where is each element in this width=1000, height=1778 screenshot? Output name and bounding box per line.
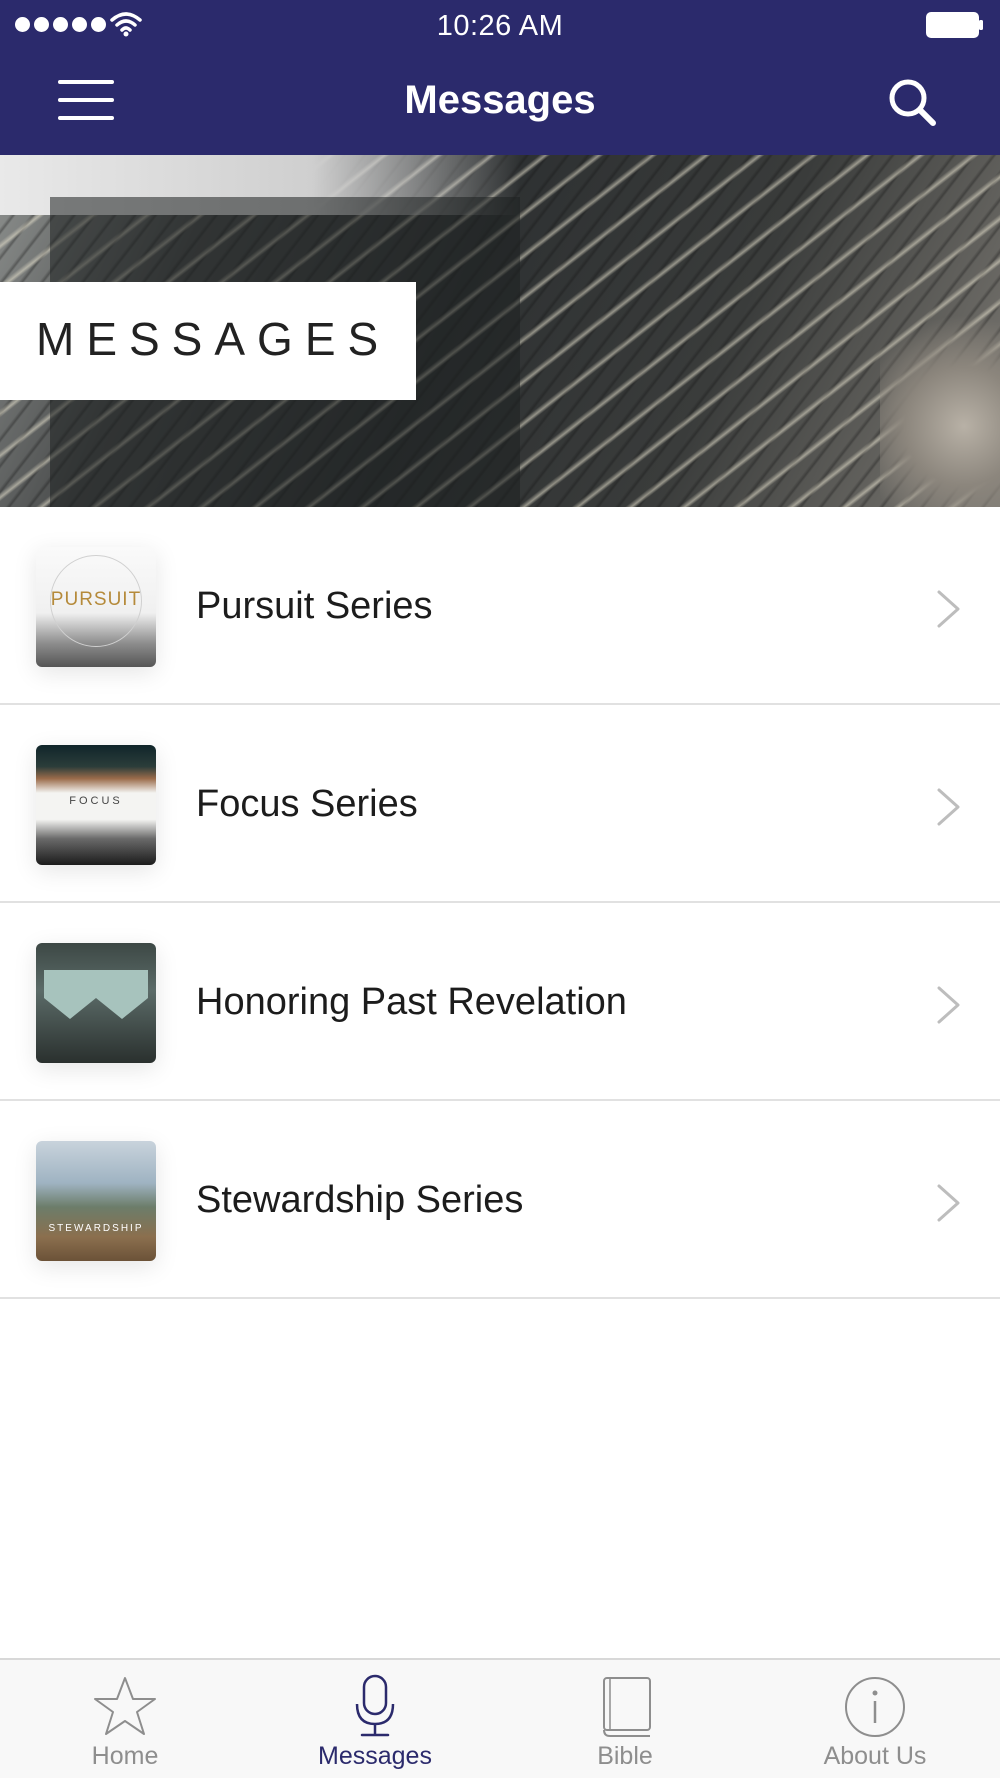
- list-item-stewardship-series[interactable]: STEWARDSHIP Stewardship Series: [0, 1101, 1000, 1299]
- thumbnail-text: STEWARDSHIP: [48, 1223, 144, 1234]
- navigation-bar: Messages: [0, 48, 1000, 155]
- series-thumbnail: [36, 943, 156, 1063]
- messages-screen: 10:26 AM Messages MESSAGES PURSUIT Pursu…: [0, 0, 1000, 1778]
- tab-messages[interactable]: Messages: [250, 1660, 500, 1778]
- list-item-label: Pursuit Series: [196, 585, 433, 627]
- page-title: Messages: [404, 78, 596, 122]
- tab-home[interactable]: Home: [0, 1660, 250, 1778]
- tab-label: Messages: [318, 1742, 432, 1770]
- chevron-right-icon: [937, 788, 960, 826]
- list-item-honoring-past-revelation[interactable]: Honoring Past Revelation: [0, 903, 1000, 1101]
- series-thumbnail: PURSUIT: [36, 547, 156, 667]
- list-item-focus-series[interactable]: FOCUS Focus Series: [0, 705, 1000, 903]
- thumbnail-text: FOCUS: [69, 795, 123, 807]
- list-item-label: Stewardship Series: [196, 1179, 524, 1221]
- search-icon[interactable]: [886, 76, 938, 128]
- battery-icon: [926, 12, 983, 38]
- tab-label: About Us: [823, 1742, 927, 1770]
- tab-label: Home: [91, 1742, 159, 1770]
- list-item-pursuit-series[interactable]: PURSUIT Pursuit Series: [0, 507, 1000, 705]
- microphone-icon: [355, 1674, 395, 1737]
- tab-bible[interactable]: Bible: [500, 1660, 750, 1778]
- banner-label-box: MESSAGES: [0, 282, 416, 400]
- tab-about-us[interactable]: About Us: [750, 1660, 1000, 1778]
- messages-banner: MESSAGES: [0, 155, 1000, 507]
- chevron-right-icon: [937, 590, 960, 628]
- status-bar: 10:26 AM: [0, 0, 1000, 48]
- info-icon: [845, 1677, 905, 1737]
- banner-label: MESSAGES: [36, 313, 391, 365]
- status-time: 10:26 AM: [436, 10, 564, 42]
- chevron-right-icon: [937, 986, 960, 1024]
- series-list: PURSUIT Pursuit Series FOCUS Focus Serie…: [0, 507, 1000, 1299]
- chevron-right-icon: [937, 1184, 960, 1222]
- series-thumbnail: STEWARDSHIP: [36, 1141, 156, 1261]
- star-icon: [94, 1677, 156, 1735]
- list-item-label: Honoring Past Revelation: [196, 981, 627, 1023]
- tab-label: Bible: [597, 1742, 653, 1770]
- series-thumbnail: FOCUS: [36, 745, 156, 865]
- thumbnail-text: PURSUIT: [50, 589, 142, 610]
- book-icon: [603, 1677, 651, 1737]
- tab-bar: Home Messages Bible About Us: [0, 1658, 1000, 1778]
- list-item-label: Focus Series: [196, 783, 418, 825]
